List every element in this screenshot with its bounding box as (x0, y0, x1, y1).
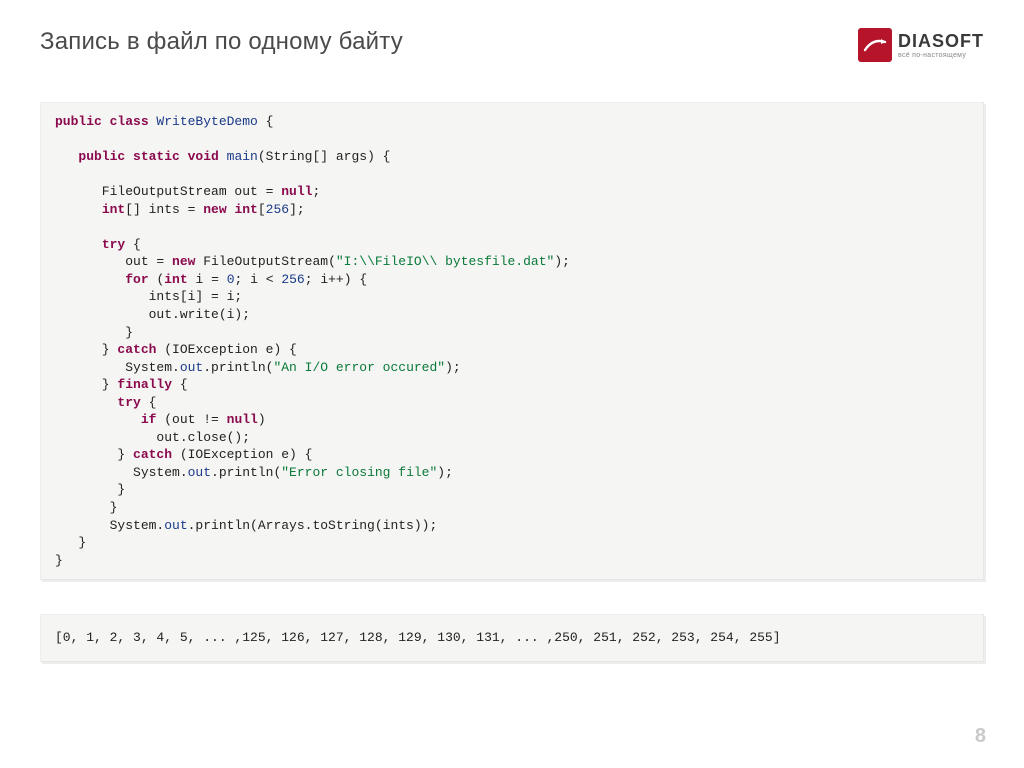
page-title: Запись в файл по одному байту (40, 28, 403, 56)
output-block: [0, 1, 2, 3, 4, 5, ... ,125, 126, 127, 1… (40, 614, 984, 662)
code-block: public class WriteByteDemo { public stat… (40, 102, 984, 580)
logo-tagline: всё по-настоящему (898, 52, 984, 59)
page-number: 8 (975, 725, 986, 748)
logo-brand-text: DIASOFT (898, 32, 984, 50)
logo-icon (858, 28, 892, 62)
logo: DIASOFT всё по-настоящему (858, 28, 984, 62)
